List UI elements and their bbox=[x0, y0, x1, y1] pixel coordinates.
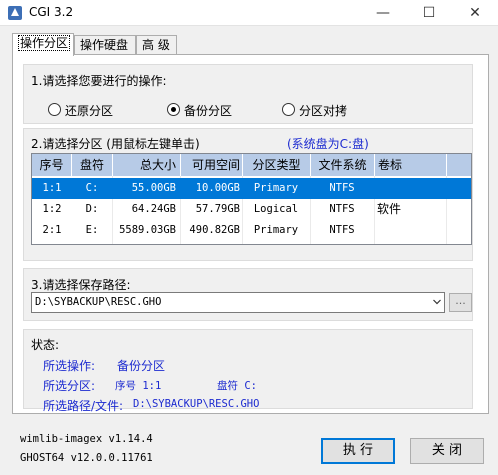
cell-type: Logical bbox=[253, 203, 299, 215]
path-label: 3.请选择保存路径: bbox=[31, 278, 131, 292]
cell-drive: C: bbox=[85, 182, 99, 194]
operation-group: 1.请选择您要进行的操作: 还原分区 备份分区 分区对拷 bbox=[23, 64, 473, 124]
maximize-button[interactable]: ☐ bbox=[406, 0, 452, 26]
selected-partition-drive: 盘符 C: bbox=[217, 380, 257, 392]
selected-partition-label: 所选分区: bbox=[43, 379, 96, 393]
selected-operation-label: 所选操作: bbox=[43, 359, 96, 373]
radio-restore-circle[interactable] bbox=[48, 103, 61, 116]
table-header: 序号 盘符 总大小 可用空间 分区类型 文件系统 卷标 bbox=[32, 154, 471, 176]
radio-copy-label: 分区对拷 bbox=[299, 104, 348, 118]
cell-free: 10.00GB bbox=[195, 182, 240, 194]
tab-partition[interactable]: 操作分区 bbox=[12, 33, 74, 56]
col-free[interactable]: 可用空间 bbox=[181, 154, 243, 176]
radio-copy-circle[interactable] bbox=[282, 103, 295, 116]
col-drive[interactable]: 盘符 bbox=[72, 154, 113, 176]
tab-advanced[interactable]: 高 级 bbox=[136, 35, 177, 55]
partition-table: 序号 盘符 总大小 可用空间 分区类型 文件系统 卷标 1:1 C: 55.00… bbox=[31, 153, 472, 245]
col-total[interactable]: 总大小 bbox=[113, 154, 181, 176]
window-title: CGI 3.2 bbox=[29, 5, 74, 19]
cell-number: 1:2 bbox=[42, 203, 62, 215]
cell-type: Primary bbox=[253, 224, 299, 236]
execute-button[interactable]: 执 行 bbox=[321, 438, 395, 464]
cell-fs: NTFS bbox=[329, 224, 355, 236]
selected-operation-value: 备份分区 bbox=[117, 359, 166, 373]
save-path-value: D:\SYBACKUP\RESC.GHO bbox=[35, 296, 162, 308]
radio-backup-label: 备份分区 bbox=[184, 104, 233, 118]
close-button[interactable]: 关 闭 bbox=[410, 438, 484, 464]
partition-label: 2.请选择分区 (用鼠标左键单击) bbox=[31, 137, 200, 151]
cell-total: 5589.03GB bbox=[119, 224, 176, 236]
table-row[interactable]: 1:1 C: 55.00GB 10.00GB Primary NTFS bbox=[32, 178, 471, 199]
browse-button[interactable]: ... bbox=[449, 293, 472, 312]
cell-total: 55.00GB bbox=[131, 182, 176, 194]
status-title: 状态: bbox=[31, 338, 60, 352]
table-row[interactable]: 2:1 E: 5589.03GB 490.82GB Primary NTFS bbox=[32, 220, 471, 241]
cell-number: 1:1 bbox=[42, 182, 62, 194]
table-row[interactable]: 1:2 D: 64.24GB 57.79GB Logical NTFS 软件 bbox=[32, 199, 471, 220]
col-fs[interactable]: 文件系统 bbox=[311, 154, 375, 176]
selected-partition-number: 序号 1:1 bbox=[115, 380, 162, 392]
cell-number: 2:1 bbox=[42, 224, 62, 236]
wimlib-version: wimlib-imagex v1.14.4 bbox=[20, 433, 153, 445]
col-number[interactable]: 序号 bbox=[32, 154, 72, 176]
save-path-combobox[interactable]: D:\SYBACKUP\RESC.GHO bbox=[31, 292, 445, 313]
tab-disk[interactable]: 操作硬盘 bbox=[74, 35, 136, 55]
selected-path-label: 所选路径/文件: bbox=[43, 399, 124, 413]
radio-restore-label: 还原分区 bbox=[65, 104, 114, 118]
cell-fs: NTFS bbox=[329, 182, 355, 194]
cell-free: 490.82GB bbox=[189, 224, 240, 236]
cell-drive: D: bbox=[85, 203, 99, 215]
radio-backup-circle[interactable] bbox=[167, 103, 180, 116]
cell-type: Primary bbox=[253, 182, 299, 194]
cell-drive: E: bbox=[85, 224, 99, 236]
col-type[interactable]: 分区类型 bbox=[243, 154, 311, 176]
cell-free: 57.79GB bbox=[195, 203, 240, 215]
chevron-down-icon[interactable] bbox=[433, 298, 441, 306]
app-icon bbox=[8, 6, 22, 20]
cell-fs: NTFS bbox=[329, 203, 355, 215]
selected-path-value: D:\SYBACKUP\RESC.GHO bbox=[133, 398, 260, 410]
cell-label bbox=[377, 220, 445, 241]
cell-label: 软件 bbox=[377, 202, 402, 216]
title-bar: CGI 3.2 — ☐ ✕ bbox=[0, 0, 498, 26]
minimize-button[interactable]: — bbox=[360, 0, 406, 26]
cell-total: 64.24GB bbox=[131, 203, 176, 215]
cell-label bbox=[377, 178, 445, 199]
col-label[interactable]: 卷标 bbox=[375, 154, 447, 176]
ghost-version: GHOST64 v12.0.0.11761 bbox=[20, 452, 153, 464]
close-window-button[interactable]: ✕ bbox=[452, 0, 498, 26]
system-disk-note: (系统盘为C:盘) bbox=[287, 137, 369, 151]
operation-label: 1.请选择您要进行的操作: bbox=[31, 74, 167, 88]
